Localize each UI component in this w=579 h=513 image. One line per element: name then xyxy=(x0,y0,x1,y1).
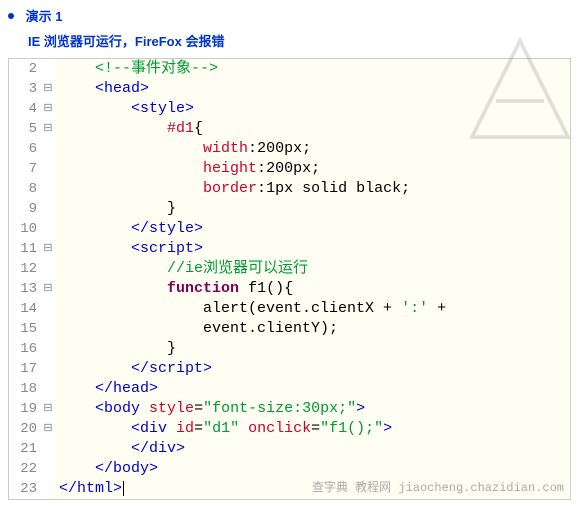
fold-gutter-icon xyxy=(41,479,55,499)
line-number: 16 xyxy=(9,339,41,359)
fold-gutter-icon xyxy=(41,299,55,319)
code-line[interactable]: 5⊟ #d1{ xyxy=(9,119,570,139)
code-content[interactable]: } xyxy=(55,339,570,359)
fold-gutter-icon xyxy=(41,319,55,339)
fold-gutter-icon[interactable]: ⊟ xyxy=(41,279,55,299)
code-line[interactable]: 17 </script> xyxy=(9,359,570,379)
code-content[interactable]: </body> xyxy=(55,459,570,479)
demo-subtitle: IE 浏览器可运行，FireFox 会报错 xyxy=(0,29,579,58)
fold-gutter-icon xyxy=(41,439,55,459)
code-content[interactable]: function f1(){ xyxy=(55,279,570,299)
fold-gutter-icon[interactable]: ⊟ xyxy=(41,239,55,259)
code-line[interactable]: 9 } xyxy=(9,199,570,219)
code-line[interactable]: 13⊟ function f1(){ xyxy=(9,279,570,299)
code-content[interactable]: </head> xyxy=(55,379,570,399)
line-number: 6 xyxy=(9,139,41,159)
code-content[interactable]: border:1px solid black; xyxy=(55,179,570,199)
code-line[interactable]: 11⊟ <script> xyxy=(9,239,570,259)
code-content[interactable]: <!--事件对象--> xyxy=(55,59,570,79)
line-number: 2 xyxy=(9,59,41,79)
line-number: 13 xyxy=(9,279,41,299)
line-number: 20 xyxy=(9,419,41,439)
fold-gutter-icon xyxy=(41,219,55,239)
demo-title: 演示 1 xyxy=(26,9,63,24)
code-content[interactable]: <div id="d1" onclick="f1();"> xyxy=(55,419,570,439)
fold-gutter-icon xyxy=(41,199,55,219)
line-number: 17 xyxy=(9,359,41,379)
header: 演示 1 xyxy=(0,0,579,29)
code-line[interactable]: 8 border:1px solid black; xyxy=(9,179,570,199)
fold-gutter-icon xyxy=(41,359,55,379)
code-content[interactable]: } xyxy=(55,199,570,219)
line-number: 3 xyxy=(9,79,41,99)
code-line[interactable]: 20⊟ <div id="d1" onclick="f1();"> xyxy=(9,419,570,439)
code-content[interactable]: </script> xyxy=(55,359,570,379)
code-line[interactable]: 12 //ie浏览器可以运行 xyxy=(9,259,570,279)
code-content[interactable]: <style> xyxy=(55,99,570,119)
fold-gutter-icon xyxy=(41,459,55,479)
bullet-icon xyxy=(8,13,14,19)
line-number: 5 xyxy=(9,119,41,139)
fold-gutter-icon xyxy=(41,379,55,399)
code-line[interactable]: 21 </div> xyxy=(9,439,570,459)
code-line[interactable]: 3⊟ <head> xyxy=(9,79,570,99)
fold-gutter-icon xyxy=(41,339,55,359)
code-content[interactable]: <body style="font-size:30px;"> xyxy=(55,399,570,419)
code-content[interactable]: alert(event.clientX + ':' + xyxy=(55,299,570,319)
line-number: 23 xyxy=(9,479,41,499)
line-number: 21 xyxy=(9,439,41,459)
code-line[interactable]: 23 </html> xyxy=(9,479,570,499)
code-line[interactable]: 10 </style> xyxy=(9,219,570,239)
fold-gutter-icon xyxy=(41,259,55,279)
code-line[interactable]: 18 </head> xyxy=(9,379,570,399)
fold-gutter-icon xyxy=(41,139,55,159)
code-line[interactable]: 19⊟ <body style="font-size:30px;"> xyxy=(9,399,570,419)
code-line[interactable]: 4⊟ <style> xyxy=(9,99,570,119)
fold-gutter-icon xyxy=(41,59,55,79)
code-content[interactable]: <script> xyxy=(55,239,570,259)
line-number: 4 xyxy=(9,99,41,119)
fold-gutter-icon[interactable]: ⊟ xyxy=(41,399,55,419)
code-content[interactable]: //ie浏览器可以运行 xyxy=(55,259,570,279)
line-number: 18 xyxy=(9,379,41,399)
line-number: 12 xyxy=(9,259,41,279)
fold-gutter-icon[interactable]: ⊟ xyxy=(41,79,55,99)
code-line[interactable]: 22 </body> xyxy=(9,459,570,479)
code-content[interactable]: #d1{ xyxy=(55,119,570,139)
code-content[interactable]: height:200px; xyxy=(55,159,570,179)
line-number: 19 xyxy=(9,399,41,419)
code-content[interactable]: <head> xyxy=(55,79,570,99)
line-number: 10 xyxy=(9,219,41,239)
line-number: 14 xyxy=(9,299,41,319)
code-line[interactable]: 14 alert(event.clientX + ':' + xyxy=(9,299,570,319)
code-editor[interactable]: 2 <!--事件对象-->3⊟ <head>4⊟ <style>5⊟ #d1{6… xyxy=(8,58,571,500)
fold-gutter-icon xyxy=(41,159,55,179)
code-line[interactable]: 2 <!--事件对象--> xyxy=(9,59,570,79)
code-line[interactable]: 7 height:200px; xyxy=(9,159,570,179)
fold-gutter-icon[interactable]: ⊟ xyxy=(41,99,55,119)
code-content[interactable]: width:200px; xyxy=(55,139,570,159)
fold-gutter-icon[interactable]: ⊟ xyxy=(41,419,55,439)
code-content[interactable]: </div> xyxy=(55,439,570,459)
line-number: 8 xyxy=(9,179,41,199)
code-line[interactable]: 15 event.clientY); xyxy=(9,319,570,339)
line-number: 22 xyxy=(9,459,41,479)
code-content[interactable]: </style> xyxy=(55,219,570,239)
fold-gutter-icon xyxy=(41,179,55,199)
code-line[interactable]: 16 } xyxy=(9,339,570,359)
code-line[interactable]: 6 width:200px; xyxy=(9,139,570,159)
code-content[interactable]: event.clientY); xyxy=(55,319,570,339)
line-number: 9 xyxy=(9,199,41,219)
line-number: 11 xyxy=(9,239,41,259)
line-number: 7 xyxy=(9,159,41,179)
fold-gutter-icon[interactable]: ⊟ xyxy=(41,119,55,139)
line-number: 15 xyxy=(9,319,41,339)
code-content[interactable]: </html> xyxy=(55,479,570,499)
